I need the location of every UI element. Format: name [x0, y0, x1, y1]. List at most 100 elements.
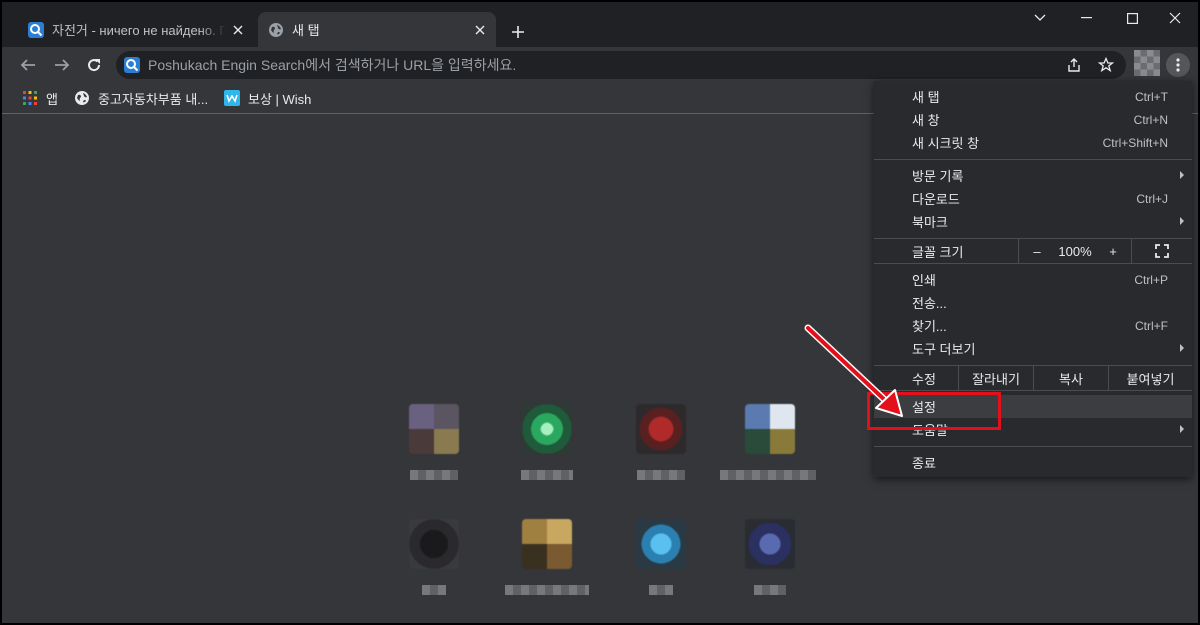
- tab-strip: 자전거 - ничего не найдено. П 새 탭: [2, 2, 1198, 47]
- menu-item-shortcut: Ctrl+P: [1134, 272, 1168, 287]
- shortcut-label: [649, 585, 673, 595]
- bookmark-star-button[interactable]: [1094, 53, 1118, 77]
- minimize-button[interactable]: [1063, 2, 1109, 34]
- shortcut-tile[interactable]: [611, 404, 711, 494]
- minimize-icon: [1080, 17, 1092, 19]
- bookmark-apps[interactable]: 앱: [22, 88, 58, 108]
- close-tab-icon[interactable]: [468, 18, 492, 42]
- back-button[interactable]: [14, 51, 42, 79]
- menu-item-print[interactable]: 인쇄 Ctrl+P: [874, 268, 1192, 291]
- browser-menu-button[interactable]: [1166, 53, 1190, 77]
- menu-divider: [874, 446, 1192, 447]
- forward-button[interactable]: [48, 51, 76, 79]
- menu-item-shortcut: Ctrl+F: [1135, 318, 1168, 333]
- close-tab-icon[interactable]: [226, 18, 250, 42]
- menu-item-label: 다운로드: [912, 192, 960, 207]
- arrow-left-icon: [20, 57, 36, 73]
- chevron-right-icon: [1178, 423, 1186, 435]
- address-input[interactable]: [148, 51, 1048, 79]
- chevron-down-icon: [1034, 14, 1046, 22]
- shortcut-favicon: [745, 404, 795, 454]
- chevron-right-icon: [1178, 342, 1186, 354]
- menu-item-label: 도구 더보기: [912, 342, 976, 357]
- menu-edit-row: 수정 잘라내기 복사 붙여넣기: [874, 366, 1192, 390]
- shortcut-label: [720, 470, 816, 480]
- menu-item-label: 북마크: [912, 215, 948, 230]
- shortcut-label: [637, 470, 685, 480]
- bookmark-wish[interactable]: 보상 | Wish: [224, 88, 311, 108]
- menu-zoom-row: 글꼴 크기 – 100% +: [874, 239, 1192, 263]
- edit-label: 수정: [912, 371, 936, 387]
- profile-avatar[interactable]: [1134, 50, 1160, 76]
- shortcut-label: [505, 585, 589, 595]
- close-window-button[interactable]: [1152, 2, 1198, 34]
- chevron-right-icon: [1178, 215, 1186, 227]
- menu-item-bookmarks[interactable]: 북마크: [874, 210, 1192, 233]
- shortcut-tile[interactable]: [384, 404, 484, 494]
- paste-button[interactable]: 붙여넣기: [1109, 366, 1192, 390]
- menu-item-cast[interactable]: 전송...: [874, 291, 1192, 314]
- menu-item-shortcut: Ctrl+J: [1136, 191, 1168, 206]
- menu-item-new-incognito-window[interactable]: 새 시크릿 창 Ctrl+Shift+N: [874, 131, 1192, 154]
- zoom-level: 100%: [1058, 243, 1092, 259]
- menu-item-exit[interactable]: 종료: [874, 451, 1192, 474]
- menu-divider: [874, 263, 1192, 264]
- menu-item-shortcut: Ctrl+Shift+N: [1102, 135, 1168, 150]
- fullscreen-icon: [1155, 244, 1169, 258]
- tab-search-results[interactable]: 자전거 - ничего не найдено. П: [18, 12, 254, 47]
- toolbar: [2, 47, 1198, 83]
- menu-item-label: 새 시크릿 창: [912, 136, 980, 151]
- shortcut-tile[interactable]: [720, 519, 820, 609]
- shortcut-tile[interactable]: [497, 519, 597, 609]
- menu-item-find[interactable]: 찾기... Ctrl+F: [874, 314, 1192, 337]
- menu-item-label: 새 탭: [912, 90, 940, 105]
- menu-item-new-tab[interactable]: 새 탭 Ctrl+T: [874, 85, 1192, 108]
- apps-grid-icon: [22, 90, 38, 106]
- wish-icon: [224, 90, 240, 106]
- arrow-right-icon: [54, 57, 70, 73]
- menu-item-history[interactable]: 방문 기록: [874, 164, 1192, 187]
- zoom-in-button[interactable]: +: [1095, 239, 1131, 263]
- bookmark-label: 중고자동차부품 내...: [98, 91, 209, 107]
- shortcut-favicon: [409, 519, 459, 569]
- shortcut-tile[interactable]: [497, 404, 597, 494]
- shortcut-tile[interactable]: [611, 519, 711, 609]
- shortcut-favicon: [522, 404, 572, 454]
- address-bar[interactable]: [116, 51, 1126, 79]
- shortcut-label: [521, 470, 573, 480]
- globe-icon: [268, 22, 284, 38]
- zoom-out-button[interactable]: –: [1019, 239, 1055, 263]
- menu-item-downloads[interactable]: 다운로드 Ctrl+J: [874, 187, 1192, 210]
- menu-item-label: 종료: [912, 456, 936, 471]
- menu-item-label: 새 창: [912, 113, 940, 128]
- shortcut-favicon: [636, 404, 686, 454]
- reload-button[interactable]: [80, 51, 108, 79]
- share-icon: [1066, 57, 1082, 73]
- shortcut-tile[interactable]: [720, 404, 820, 494]
- zoom-label: 글꼴 크기: [912, 244, 964, 260]
- maximize-icon: [1126, 12, 1138, 24]
- shortcut-tile[interactable]: [384, 519, 484, 609]
- browser-window: 자전거 - ничего не найдено. П 새 탭 Poshukach…: [0, 0, 1200, 625]
- menu-item-shortcut: Ctrl+N: [1133, 112, 1168, 127]
- copy-button[interactable]: 복사: [1034, 366, 1108, 390]
- menu-item-new-window[interactable]: 새 창 Ctrl+N: [874, 108, 1192, 131]
- fullscreen-button[interactable]: [1132, 239, 1192, 263]
- plus-icon: [511, 25, 525, 39]
- highlight-box: [867, 392, 1001, 430]
- maximize-button[interactable]: [1109, 2, 1155, 34]
- globe-icon: [74, 90, 90, 106]
- shortcut-favicon: [522, 519, 572, 569]
- bookmark-car-parts[interactable]: 중고자동차부품 내...: [74, 88, 208, 108]
- cut-button[interactable]: 잘라내기: [959, 366, 1033, 390]
- menu-item-shortcut: Ctrl+T: [1135, 89, 1168, 104]
- shortcut-label: [410, 470, 458, 480]
- tab-new-tab[interactable]: 새 탭: [258, 12, 496, 47]
- menu-item-more-tools[interactable]: 도구 더보기: [874, 337, 1192, 360]
- chevron-right-icon: [1178, 169, 1186, 181]
- reload-icon: [86, 57, 102, 73]
- shortcut-label: [754, 585, 786, 595]
- new-tab-button[interactable]: [504, 18, 532, 46]
- tab-search-button[interactable]: [1017, 2, 1063, 34]
- share-button[interactable]: [1062, 53, 1086, 77]
